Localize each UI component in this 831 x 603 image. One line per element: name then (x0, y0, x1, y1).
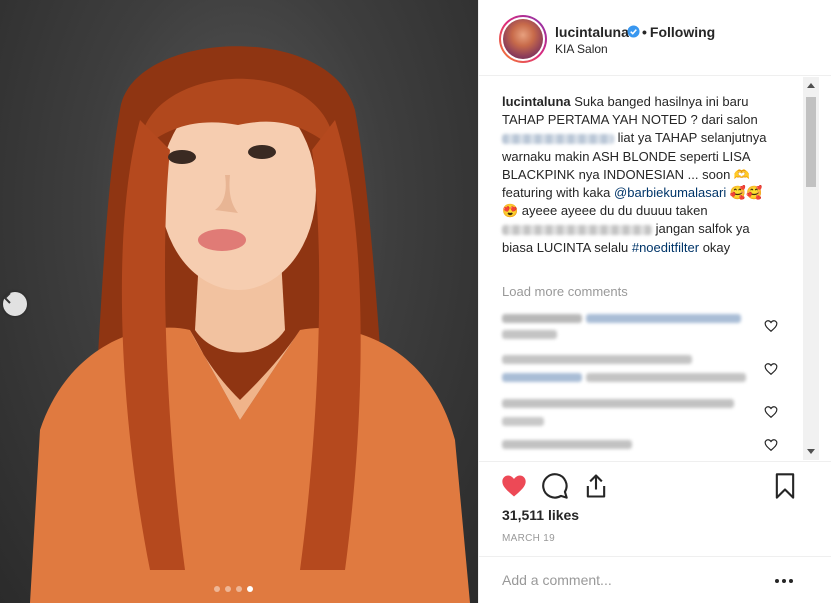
redacted-text (502, 330, 557, 339)
scroll-up-arrow-icon[interactable] (807, 83, 815, 88)
post-location[interactable]: KIA Salon (555, 42, 608, 56)
heart-outline-icon[interactable] (764, 362, 778, 376)
redacted-text (502, 373, 582, 382)
chevron-left-icon (3, 292, 11, 304)
redacted-text (502, 224, 652, 235)
heart-outline-icon[interactable] (764, 405, 778, 419)
redacted-text (502, 417, 544, 426)
share-icon[interactable] (582, 472, 610, 500)
carousel-indicator (214, 586, 253, 592)
redacted-text (502, 355, 692, 364)
action-bar (479, 461, 831, 511)
add-comment-bar (479, 556, 831, 603)
post-header: lucintaluna • Following KIA Salon (479, 0, 831, 76)
more-dot (789, 579, 793, 583)
verified-badge-icon (627, 25, 640, 38)
redacted-text (502, 133, 614, 144)
post-details-panel: lucintaluna • Following KIA Salon lucinta… (478, 0, 831, 603)
comment-icon[interactable] (541, 472, 569, 500)
post-photo (0, 0, 478, 603)
more-dot (775, 579, 779, 583)
scroll-down-arrow-icon[interactable] (807, 449, 815, 454)
redacted-text (502, 399, 734, 408)
caption-text-5: okay (702, 239, 731, 255)
following-status[interactable]: • Following (642, 24, 715, 40)
scrollbar-thumb[interactable] (806, 97, 816, 187)
bookmark-icon[interactable] (771, 472, 799, 500)
caption-mention[interactable]: @barbiekumalasari (614, 185, 726, 200)
redacted-text (586, 373, 746, 382)
heart-outline-icon[interactable] (764, 319, 778, 333)
heart-outline-icon[interactable] (764, 438, 778, 452)
separator-dot: • (642, 24, 647, 40)
carousel-dot (236, 586, 242, 592)
more-options-button[interactable] (775, 579, 793, 583)
comments-scrollbar[interactable] (803, 77, 819, 460)
carousel-dot (214, 586, 220, 592)
redacted-text (502, 440, 632, 449)
more-dot (782, 579, 786, 583)
likes-count[interactable]: 31,511 likes (502, 507, 579, 523)
portrait-image (30, 46, 470, 603)
heart-filled-icon[interactable] (500, 472, 528, 500)
carousel-dot (225, 586, 231, 592)
redacted-text (586, 314, 741, 323)
caption-hashtag[interactable]: #noeditfilter (632, 240, 699, 255)
following-label: Following (649, 24, 716, 40)
avatar[interactable] (499, 15, 547, 63)
caption-username[interactable]: lucintaluna (502, 94, 571, 109)
post-username[interactable]: lucintaluna (555, 24, 629, 40)
carousel-dot-active (247, 586, 253, 592)
post-caption: lucintaluna Suka banged hasilnya ini bar… (502, 93, 774, 257)
add-comment-input[interactable] (502, 572, 752, 588)
carousel-prev-button[interactable] (3, 292, 27, 316)
load-more-comments-button[interactable]: Load more comments (502, 284, 628, 299)
comments-section[interactable]: lucintaluna Suka banged hasilnya ini bar… (479, 77, 831, 460)
redacted-text (502, 314, 582, 323)
post-date: MARCH 19 (502, 533, 555, 544)
